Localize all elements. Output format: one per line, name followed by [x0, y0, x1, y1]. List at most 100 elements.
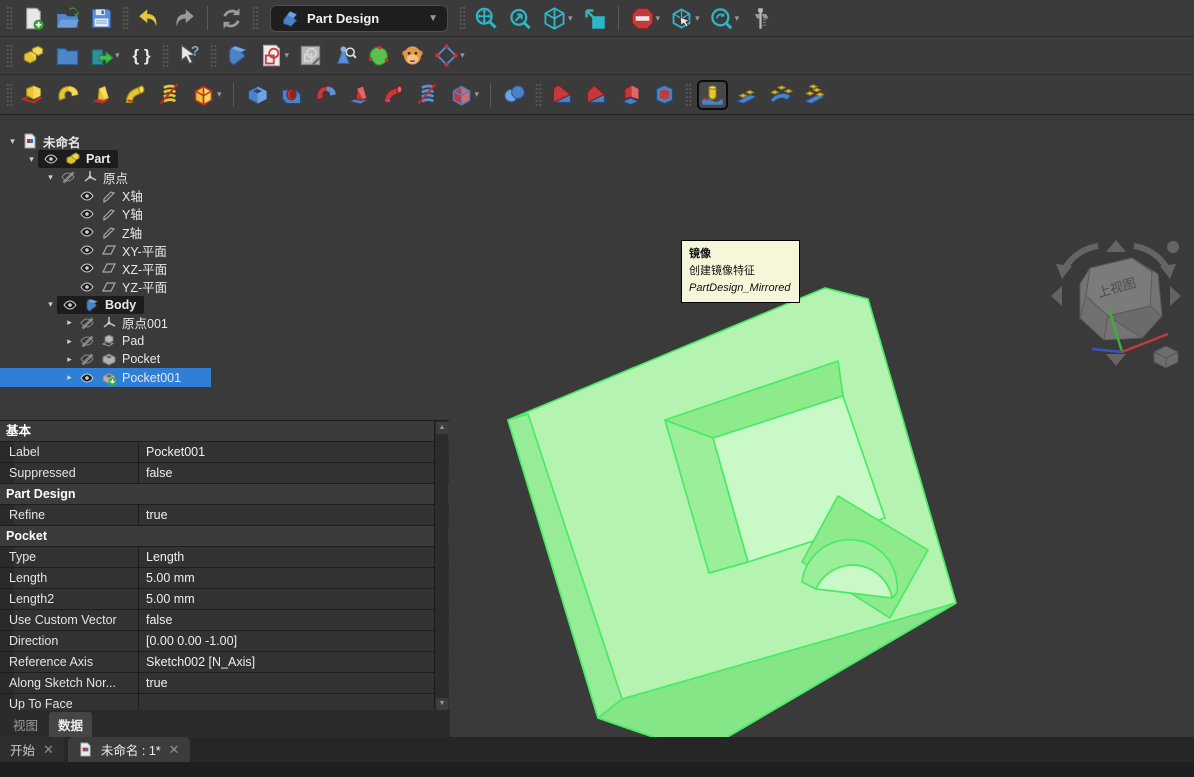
zoom-fit-all-button[interactable] [471, 3, 502, 33]
expand-arrow-icon[interactable]: ▾ [25, 154, 38, 165]
tree-item[interactable]: ▸Pocket001 [0, 368, 211, 386]
property-row[interactable]: TypeLength [0, 547, 449, 568]
eye-hidden-icon[interactable] [79, 351, 95, 367]
mirrored-button[interactable] [697, 80, 728, 110]
create-sketch-button[interactable]: ▾ [256, 41, 293, 71]
navcube-arrow-down-icon[interactable] [1106, 354, 1126, 366]
multitransform-button[interactable] [799, 80, 830, 110]
model-part[interactable] [508, 288, 956, 753]
property-row[interactable]: LabelPocket001 [0, 442, 449, 463]
subtractive-loft-button[interactable] [344, 80, 375, 110]
tree-item[interactable]: ▸Pocket [0, 350, 450, 368]
chevron-down-icon[interactable]: ▼ [428, 13, 438, 24]
navcube-small-cube-icon[interactable] [1154, 346, 1178, 368]
eye-hidden-icon[interactable] [79, 333, 95, 349]
pocket-button[interactable] [242, 80, 273, 110]
chevron-down-icon[interactable]: ▾ [735, 13, 740, 24]
tree-item[interactable]: ▸Pad [0, 332, 450, 350]
property-row[interactable]: ▶Direction[0.00 0.00 -1.00] [0, 631, 449, 652]
linear-pattern-button[interactable] [731, 80, 762, 110]
subtractive-pipe-button[interactable] [378, 80, 409, 110]
scroll-up-icon[interactable]: ▲ [436, 422, 448, 434]
polar-pattern-button[interactable] [765, 80, 796, 110]
thickness-button[interactable] [649, 80, 680, 110]
expand-arrow-icon[interactable]: ▸ [63, 372, 76, 383]
chevron-down-icon[interactable]: ▾ [568, 13, 573, 24]
additive-loft-button[interactable] [86, 80, 117, 110]
dock-tab[interactable]: 数据 [49, 712, 92, 737]
eye-visible-icon[interactable] [79, 242, 95, 258]
property-value[interactable]: false [138, 610, 434, 630]
tree-item[interactable]: XZ-平面 [0, 259, 450, 277]
property-row[interactable]: Up To Face [0, 694, 449, 710]
property-value[interactable]: true [138, 673, 434, 693]
create-body-button[interactable] [222, 41, 253, 71]
property-row[interactable]: Length5.00 mm [0, 568, 449, 589]
property-value[interactable]: false [138, 463, 434, 483]
chevron-down-icon[interactable]: ▾ [115, 50, 120, 61]
refine-shape-button[interactable] [363, 41, 394, 71]
chevron-down-icon[interactable]: ▾ [285, 50, 290, 61]
expand-arrow-icon[interactable]: ▸ [63, 317, 76, 328]
tree-item[interactable]: XY-平面 [0, 241, 450, 259]
document-tab[interactable]: 开始✕ [0, 737, 64, 762]
chamfer-button[interactable] [581, 80, 612, 110]
property-value[interactable]: true [138, 505, 434, 525]
save-button[interactable] [86, 3, 117, 33]
eye-visible-icon[interactable] [79, 370, 95, 386]
create-part-button[interactable] [18, 41, 49, 71]
export-button[interactable]: ▾ [86, 41, 123, 71]
chevron-down-icon[interactable]: ▾ [460, 50, 465, 61]
clipping-plane-button[interactable]: ▾ [627, 3, 664, 33]
property-scrollbar[interactable]: ▲ ▼ [434, 421, 448, 710]
navcube-arrow-up-icon[interactable] [1106, 240, 1126, 252]
tree-item[interactable]: ▾Part [0, 150, 450, 168]
refresh-button[interactable] [216, 3, 247, 33]
subtractive-primitive-button[interactable]: ▾ [446, 80, 483, 110]
edit-sketch-button[interactable] [295, 41, 326, 71]
pad-button[interactable] [18, 80, 49, 110]
property-row[interactable]: Use Custom Vectorfalse [0, 610, 449, 631]
navcube-arrow-right-icon[interactable] [1170, 286, 1181, 306]
scroll-down-icon[interactable]: ▼ [436, 698, 448, 710]
eye-visible-icon[interactable] [79, 279, 95, 295]
draft-button[interactable] [615, 80, 646, 110]
eye-visible-icon[interactable] [62, 297, 78, 313]
expand-arrow-icon[interactable]: ▾ [44, 172, 57, 183]
document-tab[interactable]: 未命名 : 1*✕ [68, 737, 190, 762]
eye-visible-icon[interactable] [79, 188, 95, 204]
tree-item[interactable]: X轴 [0, 187, 450, 205]
redo-button[interactable] [168, 3, 199, 33]
property-row[interactable]: Refinetrue [0, 505, 449, 526]
navcube-menu-icon[interactable] [1167, 241, 1179, 253]
undo-button[interactable] [134, 3, 165, 33]
navcube-cube[interactable]: 上视图 [1080, 258, 1162, 340]
eye-visible-icon[interactable] [79, 224, 95, 240]
property-row[interactable]: Length25.00 mm [0, 589, 449, 610]
chevron-down-icon[interactable]: ▾ [217, 89, 222, 100]
property-value[interactable]: Sketch002 [N_Axis] [138, 652, 434, 672]
group-folder-button[interactable] [52, 41, 83, 71]
revolution-button[interactable] [52, 80, 83, 110]
view-isometric-button[interactable]: ▾ [539, 3, 576, 33]
expand-arrow-icon[interactable]: ▾ [44, 299, 57, 310]
close-icon[interactable]: ✕ [43, 742, 54, 758]
whats-this-button[interactable]: ? [174, 41, 205, 71]
validate-sketch-button[interactable] [329, 41, 360, 71]
tree-item[interactable]: YZ-平面 [0, 278, 450, 296]
expand-arrow-icon[interactable]: ▸ [63, 354, 76, 365]
primitive-box-button[interactable]: ▾ [188, 80, 225, 110]
sync-view-button[interactable] [579, 3, 610, 33]
close-icon[interactable]: ✕ [169, 742, 180, 758]
expand-arrow-icon[interactable]: ▾ [6, 136, 19, 147]
eye-visible-icon[interactable] [79, 206, 95, 222]
tree-item[interactable]: ▾Body [0, 296, 450, 314]
tree-item[interactable]: ▾原点 [0, 168, 450, 186]
chevron-down-icon[interactable]: ▾ [475, 89, 480, 100]
eye-visible-icon[interactable] [43, 151, 59, 167]
property-value[interactable]: 5.00 mm [138, 568, 434, 588]
subtractive-helix-button[interactable] [412, 80, 443, 110]
dock-tab[interactable]: 视图 [4, 712, 47, 737]
property-row[interactable]: Suppressedfalse [0, 463, 449, 484]
eye-visible-icon[interactable] [79, 260, 95, 276]
